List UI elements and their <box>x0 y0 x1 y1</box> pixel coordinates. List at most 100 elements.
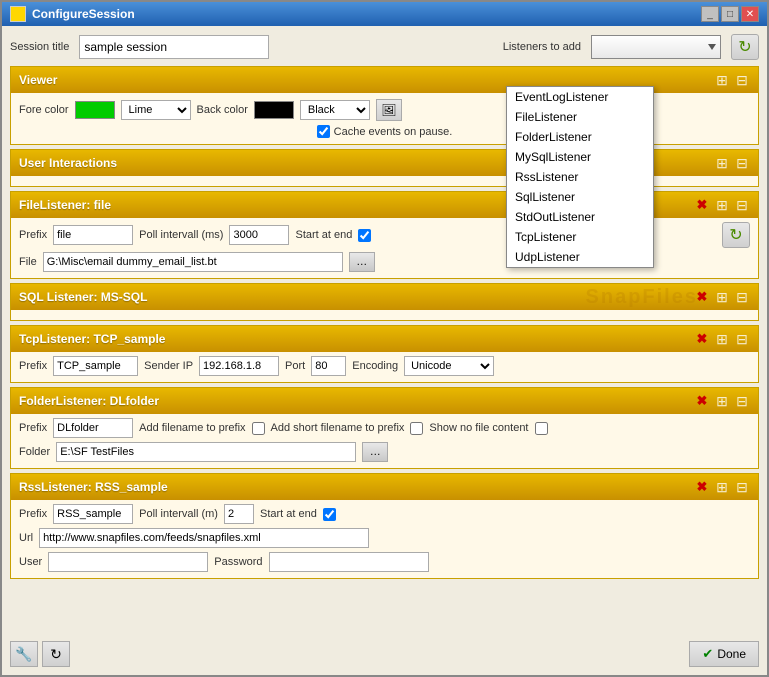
bottom-left-buttons: 🔧 ↻ <box>10 641 70 667</box>
file-listener-actions: ✖ ⊞ ⊟ <box>694 197 750 213</box>
back-color-swatch[interactable] <box>254 101 294 119</box>
folder-listener-header[interactable]: FolderListener: DLfolder ✖ ⊞ ⊟ <box>11 388 758 414</box>
done-button[interactable]: ✔ Done <box>689 641 759 667</box>
session-title-label: Session title <box>10 41 69 53</box>
rss-user-row: User Password <box>19 552 750 572</box>
rss-url-row: Url <box>19 528 750 548</box>
fore-color-label: Fore color <box>19 104 69 116</box>
bottom-add-button[interactable]: 🔧 <box>10 641 38 667</box>
tcp-listener-expand-icon[interactable]: ⊞ <box>714 331 730 347</box>
user-interactions-title: User Interactions <box>19 156 117 170</box>
bottom-bar: 🔧 ↻ ✔ Done <box>10 637 759 667</box>
file-refresh-button[interactable]: ↻ <box>722 222 750 248</box>
tcp-listener-remove-icon[interactable]: ✖ <box>694 331 710 347</box>
dropdown-item-eventlog[interactable]: EventLogListener <box>507 87 653 107</box>
image-icon: 🖼 <box>381 103 396 117</box>
rss-listener-collapse-icon[interactable]: ⊟ <box>734 479 750 495</box>
file-start-label: Start at end <box>295 229 352 241</box>
rss-listener-expand-icon[interactable]: ⊞ <box>714 479 730 495</box>
rss-poll-input[interactable] <box>224 504 254 524</box>
folder-listener-body: Prefix Add filename to prefix Add short … <box>11 414 758 468</box>
folder-listener-expand-icon[interactable]: ⊞ <box>714 393 730 409</box>
folder-prefix-input[interactable] <box>53 418 133 438</box>
dropdown-item-tcp[interactable]: TcpListener <box>507 227 653 247</box>
file-listener-remove-icon[interactable]: ✖ <box>694 197 710 213</box>
minimize-button[interactable]: _ <box>701 6 719 22</box>
rss-start-checkbox[interactable] <box>323 508 336 521</box>
rss-url-input[interactable] <box>39 528 369 548</box>
tcp-listener-actions: ✖ ⊞ ⊟ <box>694 331 750 347</box>
file-prefix-input[interactable] <box>53 225 133 245</box>
rss-user-input[interactable] <box>48 552 208 572</box>
dropdown-item-stdout[interactable]: StdOutListener <box>507 207 653 227</box>
viewer-title: Viewer <box>19 73 57 87</box>
sql-listener-body <box>11 310 758 320</box>
user-interactions-collapse-icon[interactable]: ⊟ <box>734 155 750 171</box>
folder-path-input[interactable] <box>56 442 356 462</box>
sql-listener-expand-icon[interactable]: ⊞ <box>714 289 730 305</box>
session-title-input[interactable] <box>79 35 269 59</box>
rss-listener-header[interactable]: RssListener: RSS_sample ✖ ⊞ ⊟ <box>11 474 758 500</box>
dropdown-item-udp[interactable]: UdpListener <box>507 247 653 267</box>
folder-listener-remove-icon[interactable]: ✖ <box>694 393 710 409</box>
dropdown-item-folder[interactable]: FolderListener <box>507 127 653 147</box>
rss-password-input[interactable] <box>269 552 429 572</box>
folder-show-no-file-checkbox[interactable] <box>535 422 548 435</box>
tcp-port-input[interactable] <box>311 356 346 376</box>
rss-listener-section: RssListener: RSS_sample ✖ ⊞ ⊟ Prefix Pol… <box>10 473 759 579</box>
sql-listener-remove-icon[interactable]: ✖ <box>694 289 710 305</box>
tcp-prefix-label: Prefix <box>19 360 47 372</box>
sql-listener-actions: ✖ ⊞ ⊟ <box>694 289 750 305</box>
viewer-collapse-icon[interactable]: ⊟ <box>734 72 750 88</box>
dropdown-item-sql[interactable]: SqlListener <box>507 187 653 207</box>
file-listener-collapse-icon[interactable]: ⊟ <box>734 197 750 213</box>
top-bar: Session title Listeners to add ↻ <box>10 34 759 60</box>
folder-listener-section: FolderListener: DLfolder ✖ ⊞ ⊟ Prefix Ad… <box>10 387 759 469</box>
tcp-params-row: Prefix Sender IP Port Encoding Unicode U… <box>19 356 750 376</box>
rss-prefix-input[interactable] <box>53 504 133 524</box>
folder-listener-collapse-icon[interactable]: ⊟ <box>734 393 750 409</box>
tcp-encoding-select[interactable]: Unicode UTF-8 ASCII <box>404 356 494 376</box>
dropdown-item-rss[interactable]: RssListener <box>507 167 653 187</box>
folder-path-label: Folder <box>19 446 50 458</box>
file-path-input[interactable] <box>43 252 343 272</box>
window-title: ConfigureSession <box>32 7 135 21</box>
color-image-button[interactable]: 🖼 <box>376 99 402 121</box>
file-listener-expand-icon[interactable]: ⊞ <box>714 197 730 213</box>
dropdown-item-file[interactable]: FileListener <box>507 107 653 127</box>
fore-color-select[interactable]: Lime <box>121 100 191 120</box>
fore-color-swatch[interactable] <box>75 101 115 119</box>
rss-listener-remove-icon[interactable]: ✖ <box>694 479 710 495</box>
file-start-checkbox[interactable] <box>358 229 371 242</box>
folder-browse-button[interactable]: … <box>362 442 388 462</box>
user-interactions-expand-icon[interactable]: ⊞ <box>714 155 730 171</box>
tcp-prefix-input[interactable] <box>53 356 138 376</box>
viewer-expand-icon[interactable]: ⊞ <box>714 72 730 88</box>
file-poll-input[interactable] <box>229 225 289 245</box>
tcp-port-label: Port <box>285 360 305 372</box>
viewer-actions: ⊞ ⊟ <box>714 72 750 88</box>
folder-options-row: Prefix Add filename to prefix Add short … <box>19 418 750 438</box>
tcp-listener-collapse-icon[interactable]: ⊟ <box>734 331 750 347</box>
folder-add-filename-checkbox[interactable] <box>252 422 265 435</box>
rss-listener-actions: ✖ ⊞ ⊟ <box>694 479 750 495</box>
tcp-listener-header[interactable]: TcpListener: TCP_sample ✖ ⊞ ⊟ <box>11 326 758 352</box>
listeners-dropdown[interactable] <box>591 35 721 59</box>
close-button[interactable]: ✕ <box>741 6 759 22</box>
cache-events-checkbox[interactable] <box>317 125 330 138</box>
refresh-button[interactable]: ↻ <box>731 34 759 60</box>
done-check-icon: ✔ <box>702 646 713 662</box>
bottom-add-icon: 🔧 <box>15 646 32 663</box>
file-browse-button[interactable]: … <box>349 252 375 272</box>
rss-password-label: Password <box>214 556 262 568</box>
tcp-sender-input[interactable] <box>199 356 279 376</box>
maximize-button[interactable]: □ <box>721 6 739 22</box>
back-color-select[interactable]: Black <box>300 100 370 120</box>
user-interactions-actions: ⊞ ⊟ <box>714 155 750 171</box>
folder-add-short-checkbox[interactable] <box>410 422 423 435</box>
bottom-refresh-button[interactable]: ↻ <box>42 641 70 667</box>
sql-listener-header[interactable]: SQL Listener: MS-SQL ✖ ⊞ ⊟ SnapFiles <box>11 284 758 310</box>
dropdown-item-mysql[interactable]: MySqlListener <box>507 147 653 167</box>
sql-listener-collapse-icon[interactable]: ⊟ <box>734 289 750 305</box>
back-color-label: Back color <box>197 104 248 116</box>
